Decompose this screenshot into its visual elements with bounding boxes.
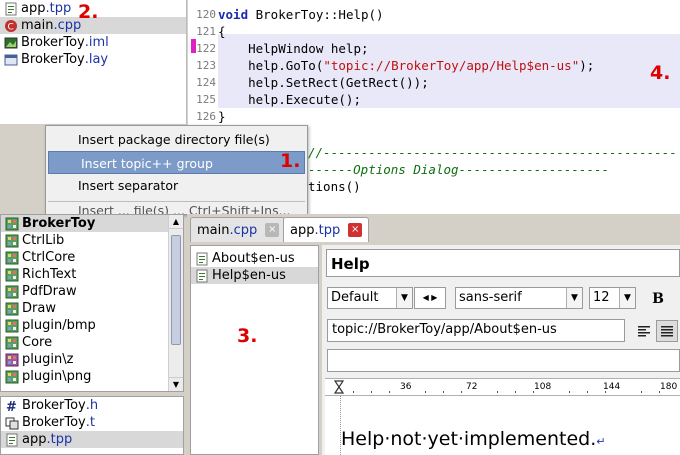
package-icon: [5, 234, 19, 248]
tpp-file-icon: [5, 433, 19, 447]
bold-button[interactable]: B: [648, 289, 668, 309]
menu-item-insert-separator[interactable]: Insert separator: [46, 174, 307, 197]
chevron-down-icon: ▼: [619, 288, 635, 308]
chevron-down-icon: ▼: [566, 288, 582, 308]
package-item[interactable]: CtrlCore: [1, 249, 183, 266]
tab-main-cpp[interactable]: main .cpp ×: [190, 217, 287, 242]
package-item[interactable]: plugin/bmp: [1, 317, 183, 334]
font-size-select[interactable]: 12 ▼: [589, 287, 636, 309]
annotation-1: 1.: [280, 150, 301, 172]
package-icon: [5, 336, 19, 350]
style-navigation[interactable]: ◀ ▶: [414, 287, 446, 309]
code-line: tions(): [308, 179, 361, 194]
style-select[interactable]: Default ▼: [327, 287, 413, 309]
annotation-4: 4.: [650, 62, 671, 84]
next-style-icon[interactable]: ▶: [431, 293, 437, 302]
package-item[interactable]: RichText: [1, 266, 183, 283]
topic-file-icon: [195, 252, 209, 266]
menu-item-insert-topic-group[interactable]: Insert topic++ group: [48, 151, 305, 174]
menu-item-insert-package-directory-files[interactable]: Insert package directory file(s): [46, 128, 307, 151]
topic-item-help[interactable]: Help$en-us: [191, 267, 318, 284]
document-text: Help·not·yet·implemented.↵: [341, 428, 606, 450]
ruler-label: 72: [466, 382, 478, 392]
file-item-brokertoy-t[interactable]: BrokerToy .t: [1, 414, 183, 431]
topic-item-about[interactable]: About$en-us: [191, 250, 318, 267]
label-field[interactable]: [327, 349, 680, 372]
topic-list: About$en-us Help$en-us: [190, 245, 319, 455]
file-item-app-tpp[interactable]: app .tpp: [1, 431, 183, 448]
package-icon: [5, 370, 19, 384]
close-tab-icon[interactable]: ×: [265, 223, 280, 237]
scrollbar-thumb[interactable]: [171, 235, 181, 345]
package-icon: [5, 319, 19, 333]
package-icon: [5, 285, 19, 299]
ruler-label: 108: [534, 382, 552, 392]
tab-app-tpp[interactable]: app .tpp ×: [283, 217, 370, 242]
topic-file-icon: [195, 269, 209, 283]
scroll-up-arrow-icon[interactable]: ▲: [169, 215, 183, 229]
chevron-down-icon: ▼: [396, 288, 412, 308]
ruler[interactable]: 36 72 108 144 180: [325, 378, 680, 396]
package-icon: [5, 268, 19, 282]
align-justify-icon[interactable]: [656, 320, 678, 342]
ruler-ticks: [333, 380, 660, 394]
file-item-brokertoy-iml[interactable]: BrokerToy .iml: [0, 34, 186, 51]
align-left-icon[interactable]: [634, 321, 654, 341]
scroll-down-arrow-icon[interactable]: ▼: [169, 377, 183, 391]
header-file-icon: #: [5, 399, 19, 415]
package-list-scrollbar[interactable]: ▲ ▼: [168, 215, 183, 391]
iml-file-icon: [4, 36, 18, 50]
ruler-label: 180: [660, 382, 678, 392]
package-item[interactable]: plugin\png: [1, 368, 183, 385]
link-field[interactable]: topic://BrokerToy/app/About$en-us: [327, 319, 625, 342]
package-file-list: # BrokerToy .h BrokerToy .t app .tpp: [0, 396, 184, 455]
package-item[interactable]: BrokerToy: [1, 215, 183, 232]
annotation-3: 3.: [237, 325, 258, 347]
svg-text:#: #: [6, 400, 17, 413]
close-tab-icon[interactable]: ×: [348, 223, 363, 237]
package-list: BrokerToy CtrlLib CtrlCore RichText PdfD…: [0, 214, 184, 392]
menu-divider: [48, 201, 305, 202]
cpp-file-icon: C: [4, 19, 18, 33]
ruler-label: 36: [400, 382, 412, 392]
package-icon: [5, 353, 19, 367]
package-item[interactable]: PdfDraw: [1, 283, 183, 300]
prev-style-icon[interactable]: ◀: [423, 293, 429, 302]
annotation-2: 2.: [78, 1, 99, 23]
package-icon: [5, 251, 19, 265]
tpp-file-icon: [4, 2, 18, 16]
context-menu: Insert package directory file(s) Insert …: [45, 125, 308, 215]
layout-file-icon: [4, 53, 18, 67]
package-item[interactable]: plugin\z: [1, 351, 183, 368]
translation-file-icon: [5, 416, 19, 430]
document-area[interactable]: Help·not·yet·implemented.↵: [325, 396, 680, 455]
package-item[interactable]: Draw: [1, 300, 183, 317]
ruler-label: 144: [603, 382, 621, 392]
package-icon: [5, 217, 19, 231]
package-icon: [5, 302, 19, 316]
svg-text:C: C: [8, 22, 14, 32]
topic-title-field[interactable]: Help: [326, 249, 680, 277]
file-item-brokertoy-h[interactable]: # BrokerToy .h: [1, 397, 183, 415]
font-select[interactable]: sans-serif ▼: [455, 287, 583, 309]
file-item-brokertoy-lay[interactable]: BrokerToy .lay: [0, 51, 186, 68]
package-item[interactable]: CtrlLib: [1, 232, 183, 249]
package-item[interactable]: Core: [1, 334, 183, 351]
editor-tab-bar: main .cpp × app .tpp ×: [187, 214, 680, 243]
